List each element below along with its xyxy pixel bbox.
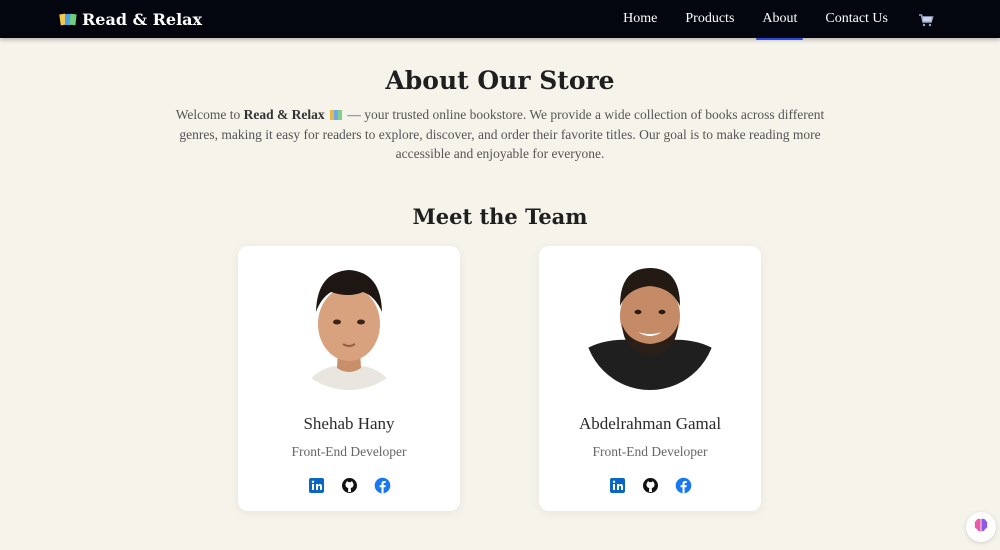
assistant-button[interactable] [966,512,996,542]
nav-link-home[interactable]: Home [623,7,657,31]
about-text-intro: Welcome to [175,107,244,122]
avatar [584,258,716,390]
store-name: Read & Relax [243,107,325,122]
member-name: Shehab Hany [303,414,395,433]
books-icon [330,110,343,120]
linkedin-icon[interactable] [308,477,325,494]
facebook-icon[interactable] [374,477,391,494]
avatar [283,258,415,390]
member-role: Front-End Developer [592,444,708,459]
brain-icon [973,517,989,537]
github-icon[interactable] [341,477,358,494]
team-card: Shehab Hany Front-End Developer [238,246,460,511]
page-title: About Our Store [385,66,615,95]
facebook-icon[interactable] [675,477,692,494]
linkedin-icon[interactable] [609,477,626,494]
about-section: About Our Store Welcome to Read & Relax … [0,38,1000,229]
about-description: Welcome to Read & Relax — your trusted o… [170,105,830,164]
github-icon[interactable] [642,477,659,494]
navbar: Read & Relax Home Products About Contact… [0,0,1000,40]
brand[interactable]: Read & Relax [59,9,203,29]
team-card: Abdelrahman Gamal Front-End Developer [539,246,761,511]
member-name: Abdelrahman Gamal [578,414,722,433]
nav-link-products[interactable]: Products [685,7,734,31]
social-links [539,477,761,494]
brand-name: Read & Relax [82,9,203,29]
team-title: Meet the Team [412,203,588,229]
nav-link-about[interactable]: About [756,7,804,40]
nav-links: Home Products About Contact Us [623,7,934,40]
social-links [238,477,460,494]
cart-icon[interactable] [918,12,934,27]
member-role: Front-End Developer [291,444,407,459]
books-icon [59,12,77,26]
nav-link-contact[interactable]: Contact Us [825,7,888,31]
